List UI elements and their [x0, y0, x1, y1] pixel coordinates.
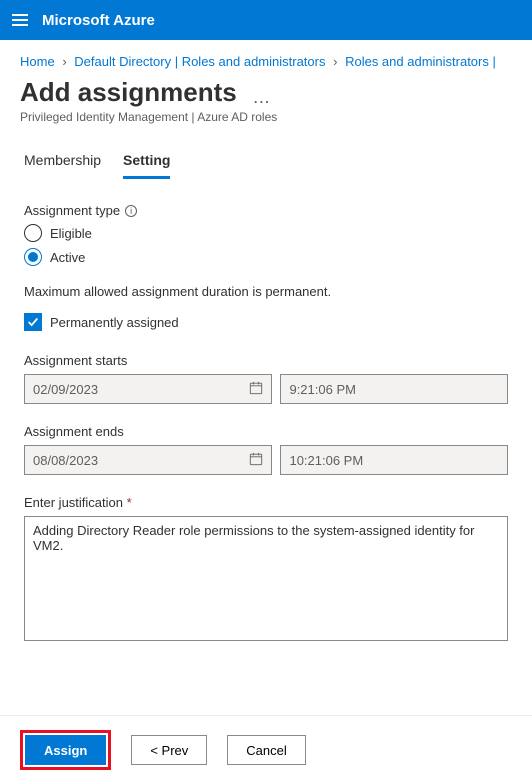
radio-icon — [24, 248, 42, 266]
radio-icon — [24, 224, 42, 242]
required-asterisk: * — [127, 495, 132, 510]
settings-form: Assignment type i Eligible Active Maximu… — [0, 179, 532, 644]
breadcrumb-roles[interactable]: Roles and administrators | — [345, 54, 496, 69]
assignment-type-text: Assignment type — [24, 203, 120, 218]
info-icon[interactable]: i — [125, 205, 137, 217]
permanently-assigned-label: Permanently assigned — [50, 315, 179, 330]
assignment-ends-row: 08/08/2023 10:21:06 PM — [24, 445, 508, 475]
permanently-assigned-checkbox[interactable]: Permanently assigned — [24, 313, 508, 331]
page-title: Add assignments — [20, 77, 237, 108]
start-time-input[interactable]: 9:21:06 PM — [280, 374, 508, 404]
breadcrumb-directory[interactable]: Default Directory | Roles and administra… — [74, 54, 325, 69]
cancel-button[interactable]: Cancel — [227, 735, 305, 765]
page-header: Add assignments … Privileged Identity Ma… — [0, 69, 532, 124]
footer-bar: Assign < Prev Cancel — [0, 715, 532, 784]
assignment-starts-row: 02/09/2023 9:21:06 PM — [24, 374, 508, 404]
radio-eligible[interactable]: Eligible — [24, 224, 508, 242]
assignment-type-label: Assignment type i — [24, 203, 508, 218]
justification-input[interactable] — [24, 516, 508, 641]
assign-highlight: Assign — [20, 730, 111, 770]
chevron-right-icon: › — [333, 54, 337, 69]
more-actions-icon[interactable]: … — [252, 87, 270, 108]
calendar-icon — [249, 381, 263, 398]
hamburger-icon[interactable] — [12, 14, 28, 26]
tab-membership[interactable]: Membership — [24, 152, 101, 179]
end-date-value: 08/08/2023 — [33, 453, 98, 468]
end-time-value: 10:21:06 PM — [289, 453, 363, 468]
breadcrumb: Home › Default Directory | Roles and adm… — [0, 40, 532, 69]
justification-label-text: Enter justification — [24, 495, 123, 510]
start-time-value: 9:21:06 PM — [289, 382, 356, 397]
start-date-input[interactable]: 02/09/2023 — [24, 374, 272, 404]
start-date-value: 02/09/2023 — [33, 382, 98, 397]
max-duration-message: Maximum allowed assignment duration is p… — [24, 284, 508, 299]
radio-eligible-label: Eligible — [50, 226, 92, 241]
justification-label: Enter justification * — [24, 495, 508, 510]
chevron-right-icon: › — [62, 54, 66, 69]
calendar-icon — [249, 452, 263, 469]
assignment-type-group: Eligible Active — [24, 224, 508, 266]
top-bar: Microsoft Azure — [0, 0, 532, 40]
assignment-starts-label: Assignment starts — [24, 353, 508, 368]
assignment-ends-label: Assignment ends — [24, 424, 508, 439]
checkbox-checked-icon — [24, 313, 42, 331]
radio-active-label: Active — [50, 250, 85, 265]
radio-active[interactable]: Active — [24, 248, 508, 266]
tab-bar: Membership Setting — [0, 124, 532, 179]
breadcrumb-home[interactable]: Home — [20, 54, 55, 69]
prev-button[interactable]: < Prev — [131, 735, 207, 765]
end-time-input[interactable]: 10:21:06 PM — [280, 445, 508, 475]
brand-label: Microsoft Azure — [42, 12, 155, 29]
tab-setting[interactable]: Setting — [123, 152, 170, 179]
end-date-input[interactable]: 08/08/2023 — [24, 445, 272, 475]
assign-button[interactable]: Assign — [25, 735, 106, 765]
page-subtitle: Privileged Identity Management | Azure A… — [20, 110, 512, 124]
